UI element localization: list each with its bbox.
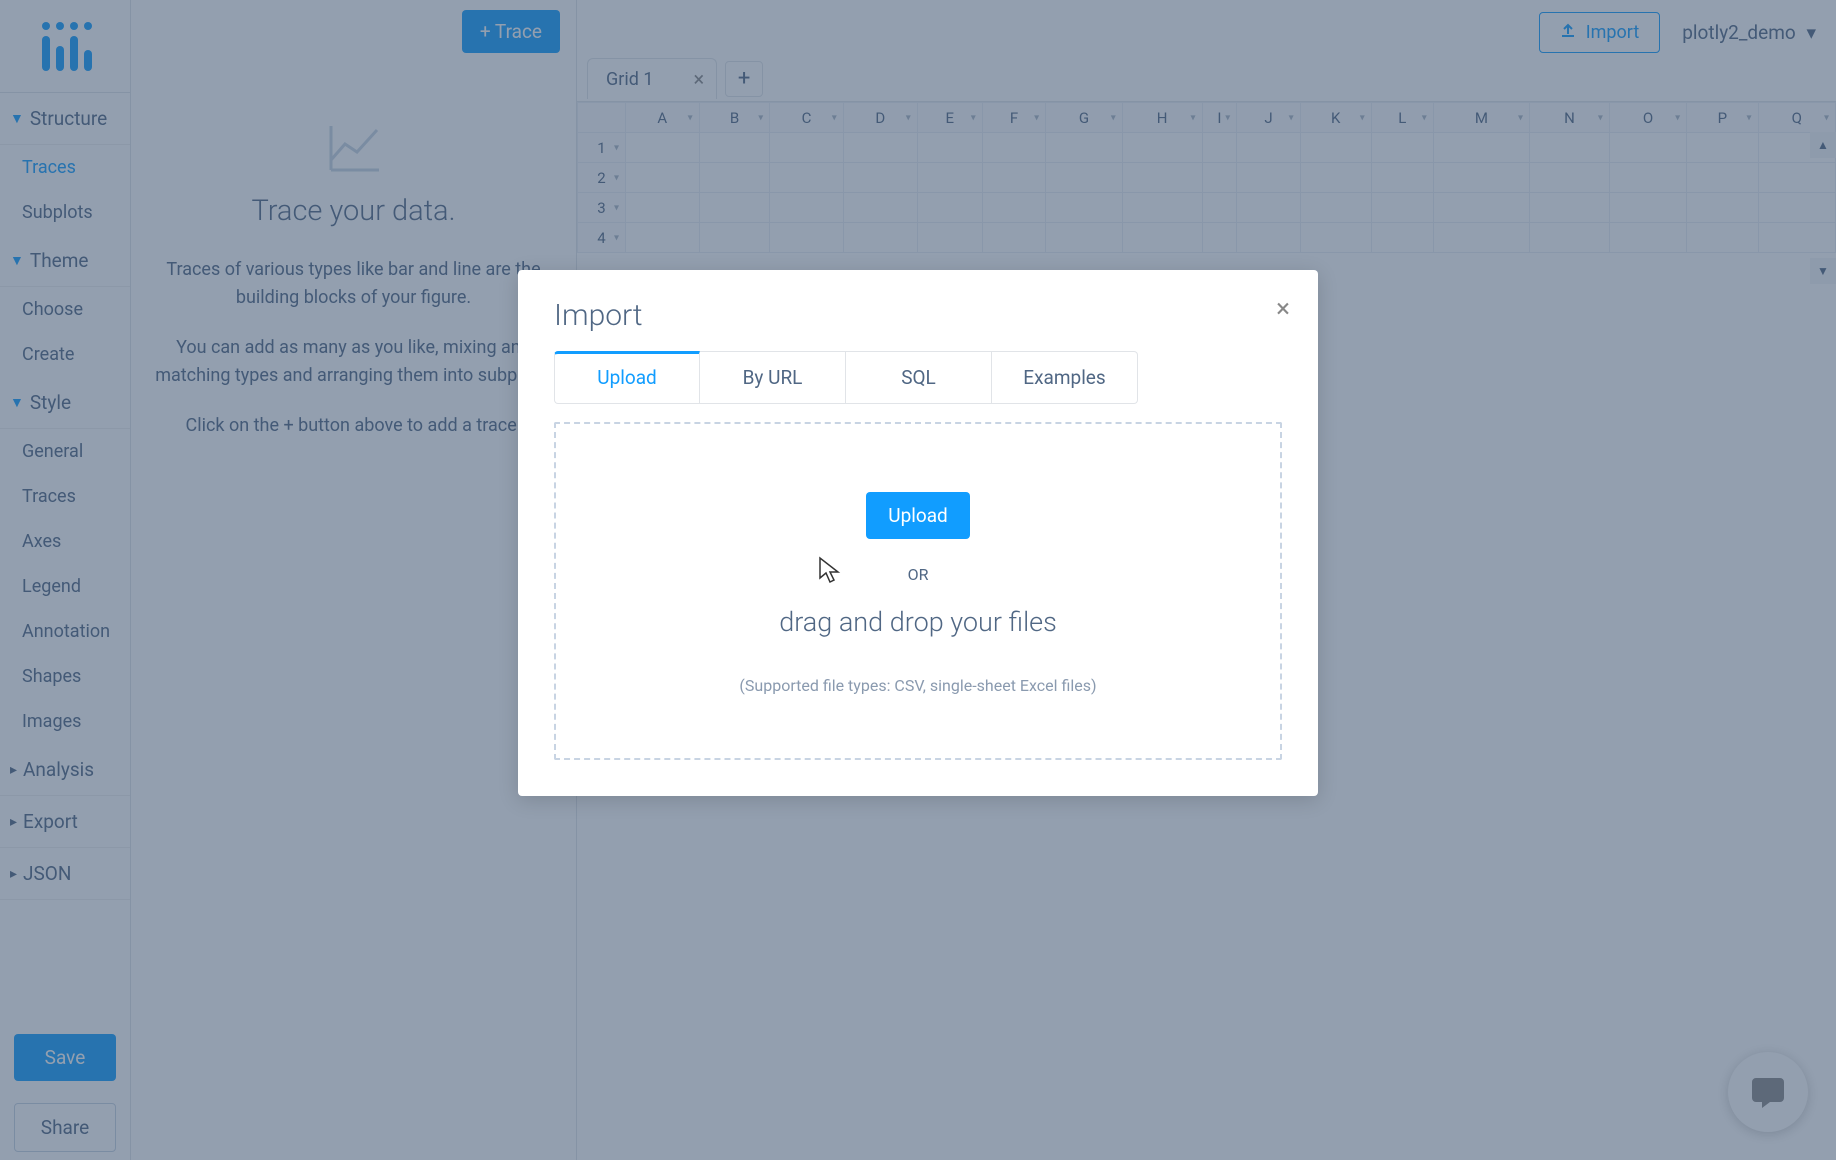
file-dropzone[interactable]: Upload OR drag and drop your files (Supp… [554, 422, 1282, 760]
modal-tab-examples[interactable]: Examples [992, 351, 1138, 404]
import-modal: Import × Upload By URL SQL Examples Uplo… [518, 270, 1318, 796]
supported-filetypes: (Supported file types: CSV, single-sheet… [738, 674, 1098, 698]
drag-text: drag and drop your files [596, 606, 1240, 638]
modal-overlay[interactable]: Import × Upload By URL SQL Examples Uplo… [0, 0, 1836, 1160]
modal-title: Import [554, 298, 1282, 333]
modal-tab-byurl[interactable]: By URL [700, 351, 846, 404]
modal-tab-upload[interactable]: Upload [554, 351, 700, 404]
modal-tab-sql[interactable]: SQL [846, 351, 992, 404]
upload-button[interactable]: Upload [866, 492, 970, 539]
close-icon[interactable]: × [1276, 294, 1290, 324]
or-text: OR [596, 565, 1240, 584]
